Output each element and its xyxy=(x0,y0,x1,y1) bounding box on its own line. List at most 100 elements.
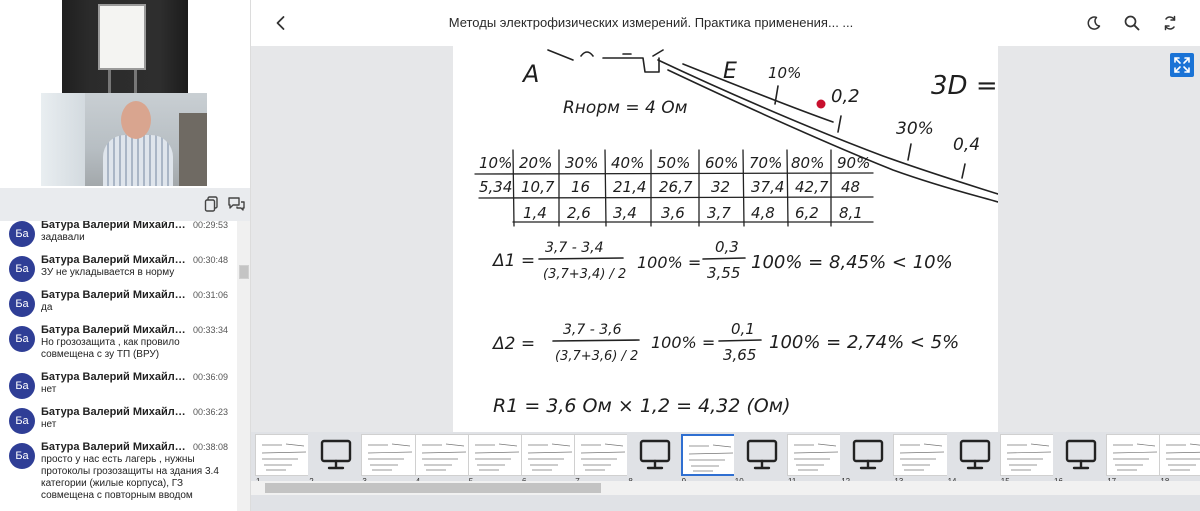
slide-preview xyxy=(1113,443,1158,471)
expand-button[interactable] xyxy=(1170,53,1194,77)
thumbnail-slide[interactable] xyxy=(414,434,471,476)
message-author: Батура Валерий Михайлович xyxy=(41,324,189,336)
svg-text:5,34: 5,34 xyxy=(479,178,512,196)
search-icon xyxy=(1124,15,1140,31)
formula-delta-1: Δ1 = 3,7 - 3,4 (3,7+3,4) / 2 100% = 0,3 … xyxy=(491,238,953,282)
message-time: 00:29:53 xyxy=(193,221,229,230)
svg-text:90%: 90% xyxy=(837,154,870,172)
search-button[interactable] xyxy=(1122,13,1142,33)
chat-message-list[interactable]: Ба Батура Валерий Михайлович 00:29:53 за… xyxy=(0,221,237,511)
message-text: нет xyxy=(41,384,57,395)
svg-text:Δ1 =: Δ1 = xyxy=(491,251,535,271)
message-time: 00:36:09 xyxy=(193,372,229,382)
table-header-row: 10% 20% 30% 40% 50% 60% 70% 80% 90% xyxy=(479,154,870,172)
app-window: Ба Батура Валерий Михайлович 00:29:53 за… xyxy=(0,0,1200,511)
thumbnail-screen-share[interactable] xyxy=(946,434,1003,476)
svg-text:16: 16 xyxy=(571,178,590,196)
message-text: ЗУ не укладывается в норму xyxy=(41,267,175,278)
video-area xyxy=(0,0,250,188)
thumbnail-slide[interactable] xyxy=(999,434,1056,476)
thumbnail-slide[interactable] xyxy=(1106,434,1163,476)
thumbnail-screen-share[interactable] xyxy=(308,434,365,476)
label-10pct: 10% xyxy=(768,64,801,82)
slide-preview xyxy=(900,443,945,471)
thumbnail-strip[interactable]: 123456789101112131415161718 xyxy=(251,432,1200,511)
thumbnail-screen-share[interactable] xyxy=(1053,434,1109,476)
slide-preview xyxy=(688,444,733,472)
slide-preview xyxy=(421,443,466,471)
thumbnail-screen-share[interactable] xyxy=(627,434,684,476)
svg-text:1,4: 1,4 xyxy=(523,204,547,222)
svg-text:4,8: 4,8 xyxy=(751,204,775,222)
handwritten-slide: A E 10% 0,2 3D = 30% 0,4 Rнорм = 4 Ом 10… xyxy=(474,49,998,417)
formula-delta-2: Δ2 = 3,7 - 3,6 (3,7+3,6) / 2 100% = 0,1 … xyxy=(491,320,959,364)
thumbnail-screen-share[interactable] xyxy=(840,434,897,476)
thumbnail-slide[interactable] xyxy=(680,434,737,476)
thumbnail-slide[interactable] xyxy=(787,434,843,476)
laser-pointer xyxy=(816,99,826,109)
back-button[interactable] xyxy=(271,13,291,33)
chat-icon[interactable] xyxy=(226,194,246,214)
thumbnail-slide[interactable] xyxy=(467,434,524,476)
slide-preview xyxy=(581,443,626,471)
svg-text:21,4: 21,4 xyxy=(613,178,646,196)
svg-text:10,7: 10,7 xyxy=(521,178,555,196)
thumbnail-slide[interactable] xyxy=(893,434,950,476)
svg-text:(3,7+3,6) / 2: (3,7+3,6) / 2 xyxy=(555,349,638,364)
thumbnail-screen-share[interactable] xyxy=(733,434,790,476)
svg-text:3,7: 3,7 xyxy=(707,204,731,222)
sync-button[interactable] xyxy=(1160,13,1180,33)
svg-text:30%: 30% xyxy=(565,154,598,172)
chat-scrollbar[interactable] xyxy=(237,221,250,511)
thumbnail-slide[interactable] xyxy=(255,434,311,476)
expand-icon xyxy=(1174,57,1190,73)
svg-text:3,65: 3,65 xyxy=(723,346,756,364)
message-author: Батура Валерий Михайлович xyxy=(41,289,189,301)
label-0-2: 0,2 xyxy=(831,86,860,107)
message-text: задавали xyxy=(41,232,85,243)
left-panel: Ба Батура Валерий Михайлович 00:29:53 за… xyxy=(0,0,251,511)
monitor-icon xyxy=(640,439,671,470)
copy-icon[interactable] xyxy=(202,194,222,214)
chat-scrollbar-thumb[interactable] xyxy=(239,265,249,279)
slide-preview xyxy=(261,443,307,471)
message-time: 00:36:23 xyxy=(193,407,229,417)
avatar: Ба xyxy=(9,373,35,399)
monitor-icon xyxy=(1065,439,1097,470)
avatar: Ба xyxy=(9,291,35,317)
table-row-voltage: 5,34 10,7 16 21,4 26,7 32 37,4 42,7 48 xyxy=(479,178,860,196)
avatar: Ба xyxy=(9,326,35,352)
svg-text:20%: 20% xyxy=(519,154,552,172)
thumbnail-scrollbar[interactable] xyxy=(251,481,1200,495)
svg-text:3,4: 3,4 xyxy=(613,204,637,222)
svg-text:2,6: 2,6 xyxy=(567,204,591,222)
theme-toggle-button[interactable] xyxy=(1084,13,1104,33)
top-bar: Методы электрофизических измерений. Прак… xyxy=(251,0,1200,46)
slide-preview xyxy=(1006,443,1051,471)
formula-r1: R1 = 3,6 Ом × 1,2 = 4,32 (Ом) xyxy=(493,395,791,417)
svg-text:100% =: 100% = xyxy=(637,253,701,272)
message-text: да xyxy=(41,302,53,313)
label-0-4: 0,4 xyxy=(953,135,980,155)
thumbnail-slide[interactable] xyxy=(1159,434,1200,476)
thumbnail-slide[interactable] xyxy=(361,434,418,476)
svg-text:40%: 40% xyxy=(611,154,644,172)
thumbnail-slide[interactable] xyxy=(574,434,631,476)
svg-text:0,3: 0,3 xyxy=(715,238,739,256)
slide-preview xyxy=(1166,443,1200,471)
label-30pct: 30% xyxy=(896,119,934,139)
sync-icon xyxy=(1164,15,1176,31)
svg-text:3,7 - 3,6: 3,7 - 3,6 xyxy=(563,322,622,338)
monitor-icon xyxy=(320,439,352,470)
svg-text:48: 48 xyxy=(841,178,860,196)
avatar: Ба xyxy=(9,221,35,247)
video-feed-board[interactable] xyxy=(62,0,188,94)
message-text: просто у нас есть лагерь , нужны протоко… xyxy=(41,454,219,501)
thumbnail-scrollbar-thumb[interactable] xyxy=(265,483,601,493)
thumbnail-slide[interactable] xyxy=(521,434,577,476)
message-time: 00:30:48 xyxy=(193,255,229,265)
video-feed-presenter[interactable] xyxy=(41,93,207,186)
slide-canvas[interactable]: A E 10% 0,2 3D = 30% 0,4 Rнорм = 4 Ом 10… xyxy=(453,46,998,434)
svg-text:80%: 80% xyxy=(791,154,824,172)
message-author: Батура Валерий Михайлович xyxy=(41,406,189,418)
